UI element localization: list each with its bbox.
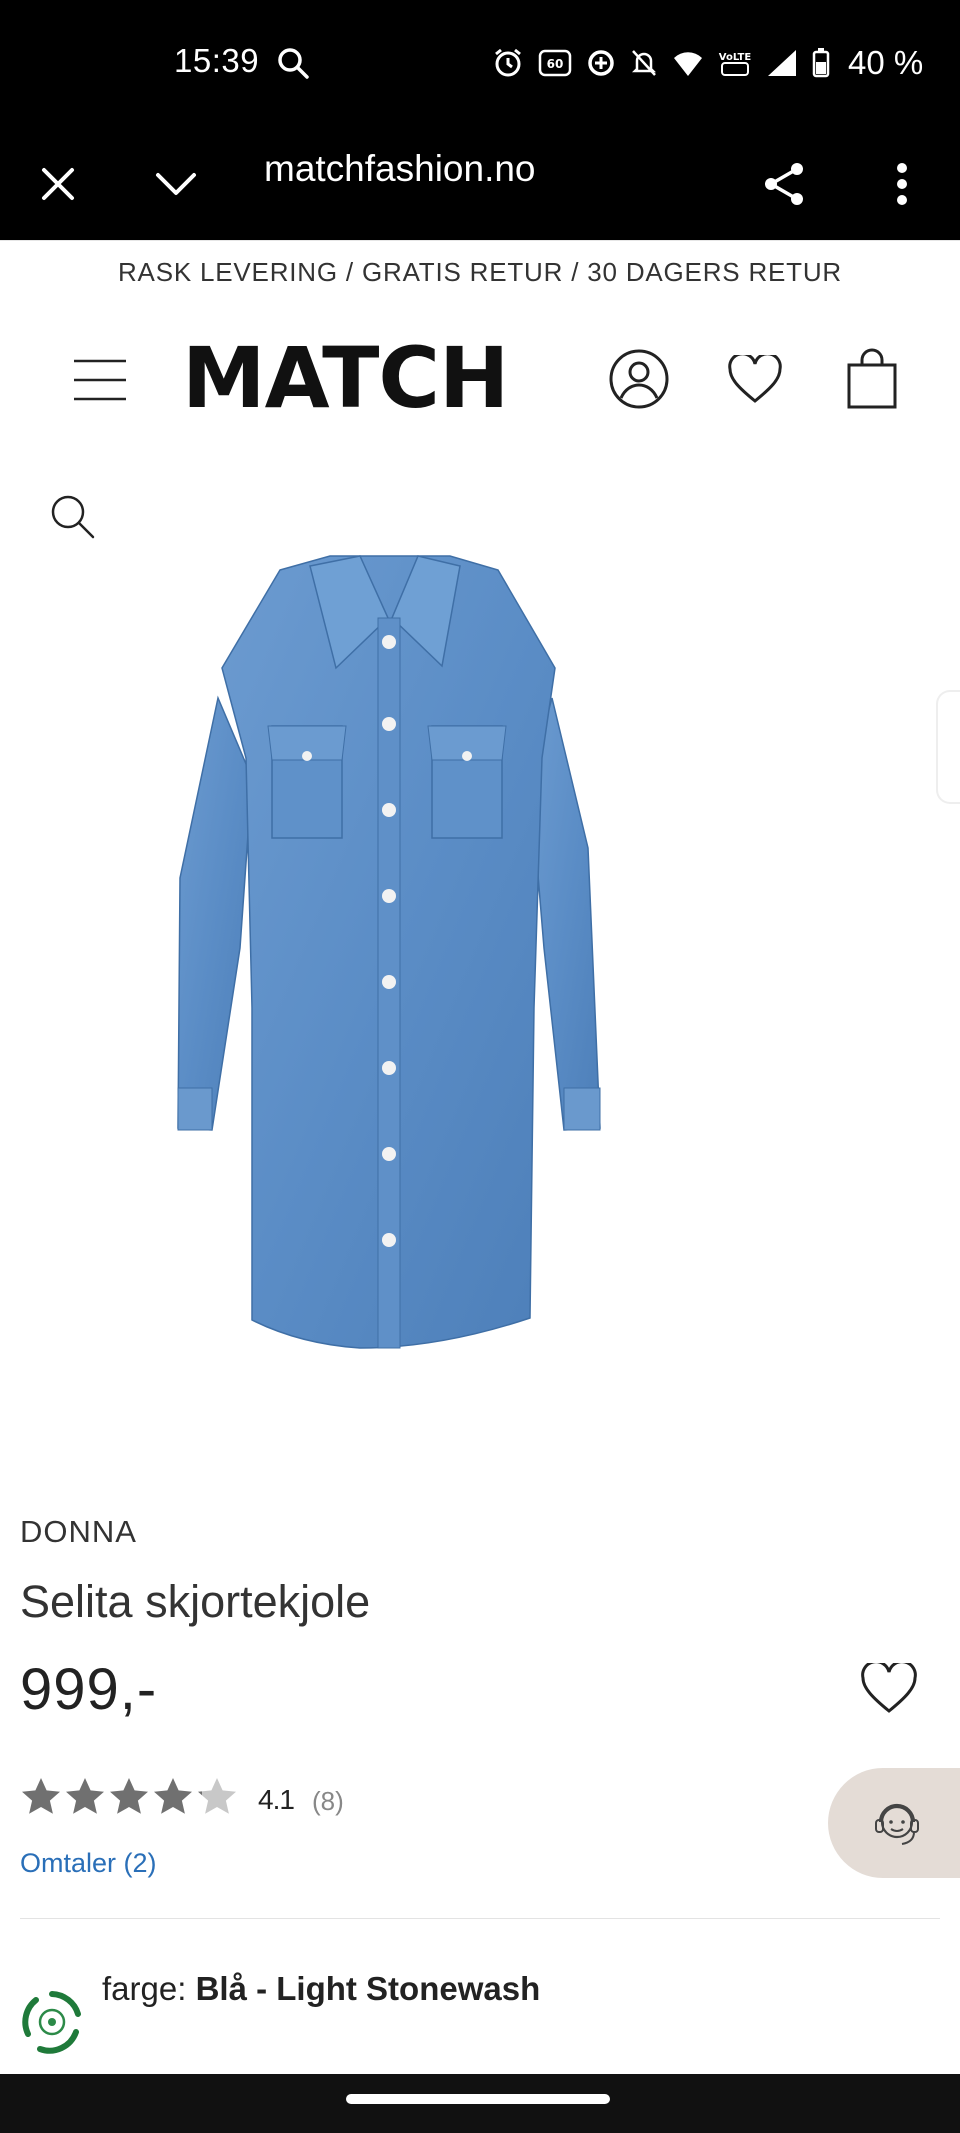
volte-icon: VoLTE: [719, 52, 752, 76]
star-icon: [154, 1778, 192, 1814]
more-options-button[interactable]: [872, 154, 932, 214]
data-saver-icon: [588, 50, 614, 76]
menu-icon: [74, 359, 126, 401]
star-icon: [198, 1778, 236, 1814]
support-agent-icon: [875, 1803, 919, 1845]
status-bar: 15:39 60 6 VoLTE 40 %: [0, 0, 960, 126]
close-tab-button[interactable]: [28, 154, 88, 214]
menu-button[interactable]: [70, 355, 130, 405]
account-icon: [609, 349, 669, 409]
svg-text:VoLTE: VoLTE: [719, 52, 752, 63]
minimize-button[interactable]: [146, 154, 206, 214]
more-vert-icon: [897, 163, 907, 205]
signal-icon: [768, 50, 796, 76]
rating-count: (8): [312, 1786, 344, 1816]
share-button[interactable]: [754, 154, 814, 214]
product-image[interactable]: [160, 548, 620, 1373]
product-price: 999,-: [20, 1657, 158, 1722]
status-icons: 60 6 VoLTE 40 %: [492, 44, 923, 82]
product-brand[interactable]: DONNA: [20, 1514, 137, 1550]
color-selection: farge: Blå - Light Stonewash: [102, 1970, 540, 2008]
search-icon: [276, 46, 310, 85]
zoom-icon: [51, 495, 95, 539]
bell-off-icon: [631, 50, 657, 76]
share-icon: [765, 163, 803, 205]
rating-value: 4.1: [258, 1784, 295, 1815]
rating-stars: [20, 1776, 238, 1818]
battery-percent: 40 %: [848, 44, 924, 81]
home-gesture-bar[interactable]: [346, 2094, 610, 2104]
svg-text:6: 6: [694, 65, 702, 78]
alarm-icon: [495, 48, 521, 77]
wifi-6-icon: 6: [674, 52, 702, 78]
refresh-rate-icon: 60: [538, 49, 572, 77]
star-icon: [66, 1778, 104, 1814]
chat-support-button[interactable]: [828, 1768, 960, 1878]
heart-icon: [728, 355, 782, 403]
reviews-link[interactable]: Omtaler (2): [20, 1848, 157, 1879]
account-button[interactable]: [606, 346, 672, 412]
product-title: Selita skjortekjole: [20, 1576, 371, 1627]
chevron-down-icon: [156, 173, 196, 195]
star-icon: [110, 1778, 148, 1814]
url-text[interactable]: matchfashion.no: [264, 148, 536, 190]
recycle-icon: [19, 1989, 85, 2055]
promo-banner: RASK LEVERING / GRATIS RETUR / 30 DAGERS…: [0, 240, 960, 303]
close-icon: [42, 168, 74, 200]
site-logo[interactable]: MATCH: [182, 336, 522, 420]
color-value: Blå - Light Stonewash: [195, 1970, 541, 2007]
next-image-peek[interactable]: [936, 690, 960, 804]
status-time: 15:39: [174, 42, 260, 79]
divider: [20, 1918, 940, 1919]
wishlist-button[interactable]: [724, 352, 786, 408]
zoom-button[interactable]: [48, 492, 96, 545]
cart-button[interactable]: [844, 346, 900, 412]
add-to-wishlist-button[interactable]: [860, 1660, 918, 1720]
svg-text:60: 60: [547, 57, 564, 71]
star-icon: [22, 1778, 60, 1814]
eco-badge[interactable]: [16, 1986, 88, 2058]
heart-icon: [861, 1660, 917, 1713]
color-label: farge:: [102, 1970, 187, 2007]
bag-icon: [847, 348, 897, 409]
battery-icon: [812, 48, 830, 78]
